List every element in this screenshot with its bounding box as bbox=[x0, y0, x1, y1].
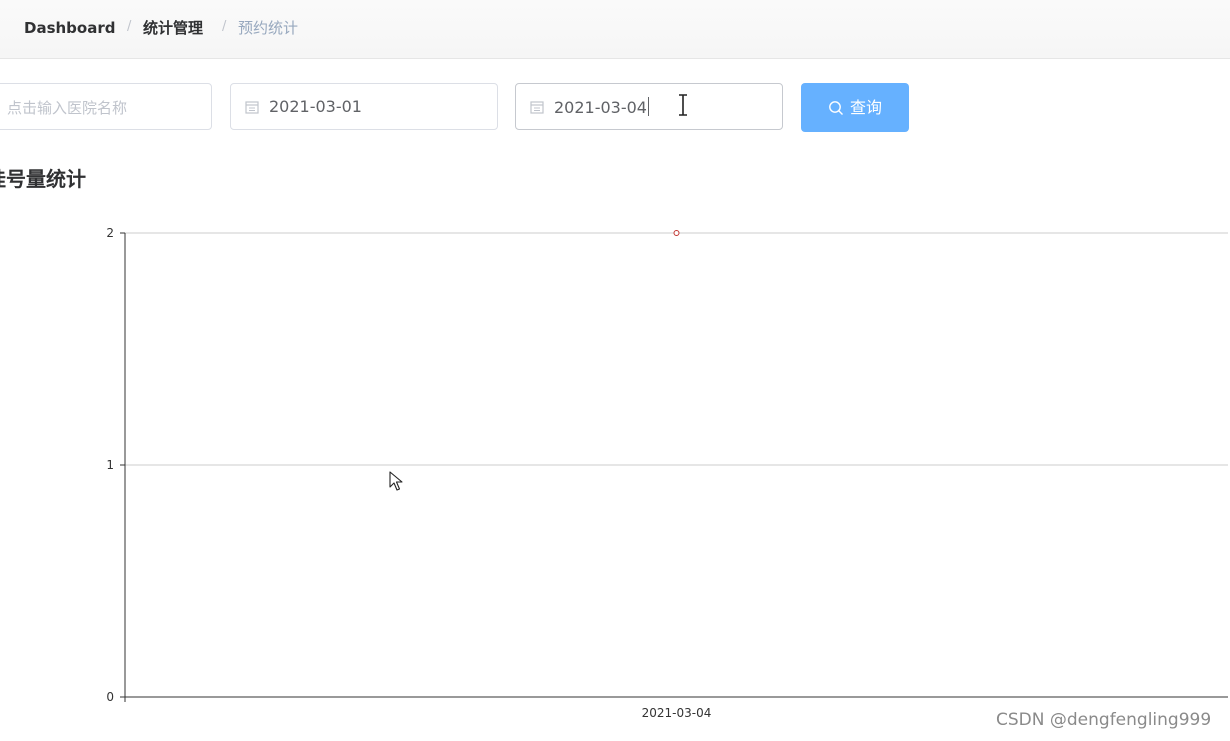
breadcrumb: Dashboard / 统计管理 / 预约统计 bbox=[0, 0, 1230, 59]
hospital-name-input[interactable]: 点击输入医院名称 bbox=[0, 83, 212, 130]
x-tick-label: 2021-03-04 bbox=[642, 706, 712, 720]
end-date-value: 2021-03-04 bbox=[554, 97, 649, 118]
y-tick-label: 0 bbox=[106, 690, 114, 704]
y-tick-label: 2 bbox=[106, 226, 114, 240]
start-date-picker[interactable]: 2021-03-01 bbox=[230, 83, 498, 130]
start-date-value: 2021-03-01 bbox=[269, 97, 362, 116]
query-button-label: 查询 bbox=[850, 98, 883, 117]
watermark: CSDN @dengfengling999 bbox=[996, 710, 1212, 730]
query-button[interactable]: 查询 bbox=[801, 83, 909, 132]
breadcrumb-item-current: 预约统计 bbox=[238, 19, 299, 37]
data-point bbox=[673, 230, 680, 236]
y-tick-label: 1 bbox=[106, 458, 114, 472]
breadcrumb-separator: / bbox=[127, 19, 132, 34]
end-date-picker[interactable]: 2021-03-04 bbox=[515, 83, 783, 130]
end-date-text: 2021-03-04 bbox=[554, 98, 647, 117]
breadcrumb-item-statistics[interactable]: 统计管理 bbox=[143, 18, 203, 38]
chart-title: 挂号量统计 bbox=[0, 167, 86, 191]
ibeam-cursor-icon bbox=[679, 94, 687, 116]
calendar-icon bbox=[530, 101, 544, 114]
mouse-pointer-icon bbox=[389, 471, 403, 491]
calendar-icon bbox=[245, 101, 259, 114]
text-caret bbox=[647, 97, 649, 116]
breadcrumb-separator: / bbox=[222, 19, 227, 34]
breadcrumb-item-dashboard[interactable]: Dashboard bbox=[24, 18, 115, 38]
appointment-chart: 0 1 2 2021-03-04 bbox=[106, 226, 1228, 720]
hospital-name-placeholder: 点击输入医院名称 bbox=[7, 99, 128, 117]
search-icon bbox=[829, 101, 843, 115]
